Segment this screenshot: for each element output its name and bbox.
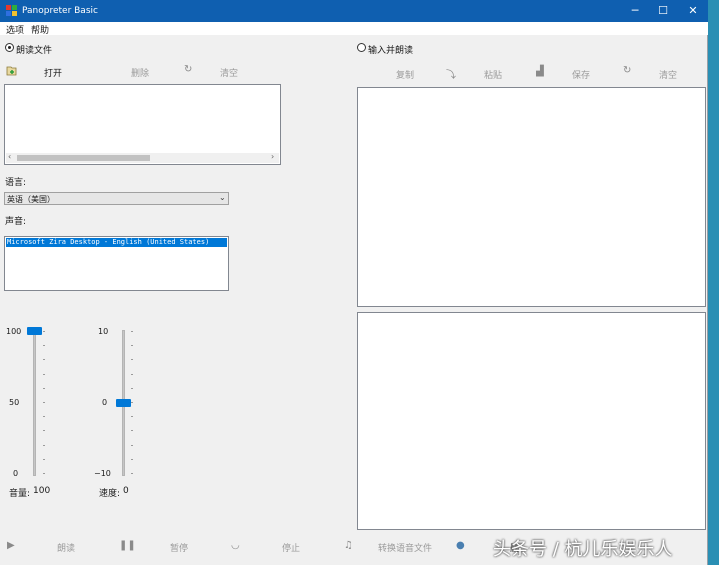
clear-files-button[interactable]: 清空 [220,66,238,79]
slider-tick [43,458,45,460]
read-file-radio[interactable] [5,43,14,52]
clear-text-button[interactable]: 清空 [659,68,677,81]
slider-tick [43,345,45,347]
file-list[interactable]: ‹ › [4,84,281,165]
speed-value: 0 [123,486,129,496]
pause-button[interactable]: 暂停 [170,541,188,554]
text-input-area[interactable] [357,87,706,307]
menu-bar: 选项 帮助 [0,22,708,36]
minimize-button[interactable]: ─ [620,0,650,22]
paste-icon: ⤵ [446,70,456,81]
scrollbar-thumb[interactable] [17,155,150,161]
volume-slider-track[interactable] [33,330,36,476]
language-value: 英语（美国） [7,195,55,204]
watermark-text: 头条号 / 杭儿乐娱乐人 [493,539,673,560]
volume-value: 100 [33,486,51,496]
slider-tick [131,458,133,460]
stop-button[interactable]: 停止 [282,541,300,554]
slider-tick [131,416,133,418]
slider-tick [43,359,45,361]
slider-tick [43,444,45,446]
voice-label: 声音: [5,217,27,227]
speed-label: 速度: [99,489,121,499]
speed-slider-thumb[interactable] [116,399,131,407]
voice-list-item-selected[interactable]: Microsoft Zira Desktop - English (United… [6,238,227,247]
globe-icon[interactable]: ● [456,540,465,551]
convert-audio-button[interactable]: 转换语音文件 [378,541,432,554]
maximize-button[interactable]: ☐ [648,0,678,22]
slider-tick [43,331,45,332]
read-button[interactable]: 朗读 [57,541,75,554]
input-read-label: 输入并朗读 [368,46,414,56]
title-bar[interactable]: Panopreter Basic ─ ☐ ✕ [0,0,708,22]
clear-icon: ↻ [184,64,193,75]
input-read-radio[interactable] [357,43,366,52]
app-logo-icon [6,5,17,16]
text-output-area[interactable] [357,312,706,530]
menu-help[interactable]: 帮助 [31,23,49,36]
save-icon: ▟ [536,66,544,77]
scroll-left-icon[interactable]: ‹ [8,152,11,161]
file-list-scrollbar[interactable]: ‹ › [6,152,279,163]
slider-tick [43,416,45,418]
menu-options[interactable]: 选项 [6,23,24,36]
main-window: Panopreter Basic ─ ☐ ✕ 选项 帮助 朗读文件 打开 删除 … [0,0,708,565]
slider-tick [131,387,133,389]
slider-tick [131,444,133,446]
copy-button[interactable]: 复制 [396,68,414,81]
open-button[interactable]: 打开 [44,66,62,79]
volume-label: 音量: [9,489,31,499]
slider-tick [131,402,133,403]
window-title: Panopreter Basic [22,6,98,16]
paste-button[interactable]: 粘贴 [484,68,502,81]
slider-tick [131,473,133,474]
volume-tick-max: 100 [6,327,22,336]
volume-tick-mid: 50 [9,398,20,407]
language-label: 语言: [5,178,27,188]
stop-icon[interactable]: ◡ [231,540,240,551]
slider-tick [131,430,133,432]
save-button[interactable]: 保存 [572,68,590,81]
slider-tick [43,387,45,389]
language-select[interactable]: 英语（美国） ⌄ [4,192,229,205]
slider-tick [43,430,45,432]
voice-list[interactable]: Microsoft Zira Desktop - English (United… [4,236,229,291]
slider-tick [43,373,45,375]
pause-icon[interactable]: ❚❚ [119,540,136,551]
close-button[interactable]: ✕ [678,0,708,22]
speed-tick-min: −10 [94,469,111,478]
clear-text-icon: ↻ [623,65,632,76]
slider-tick [43,473,45,474]
slider-tick [131,345,133,347]
open-file-icon[interactable] [6,66,17,76]
speed-tick-mid: 0 [102,398,108,407]
slider-tick [131,373,133,375]
slider-tick [131,359,133,361]
play-icon[interactable]: ▶ [7,540,15,551]
speed-tick-max: 10 [98,327,109,336]
scroll-right-icon[interactable]: › [271,152,274,161]
convert-icon[interactable]: ♫ [344,540,353,551]
slider-tick [43,402,45,403]
read-file-label: 朗读文件 [16,46,53,56]
volume-tick-min: 0 [13,469,19,478]
chevron-down-icon: ⌄ [219,193,226,202]
slider-tick [131,331,133,332]
delete-button[interactable]: 删除 [131,66,149,79]
volume-slider-thumb[interactable] [27,327,42,335]
